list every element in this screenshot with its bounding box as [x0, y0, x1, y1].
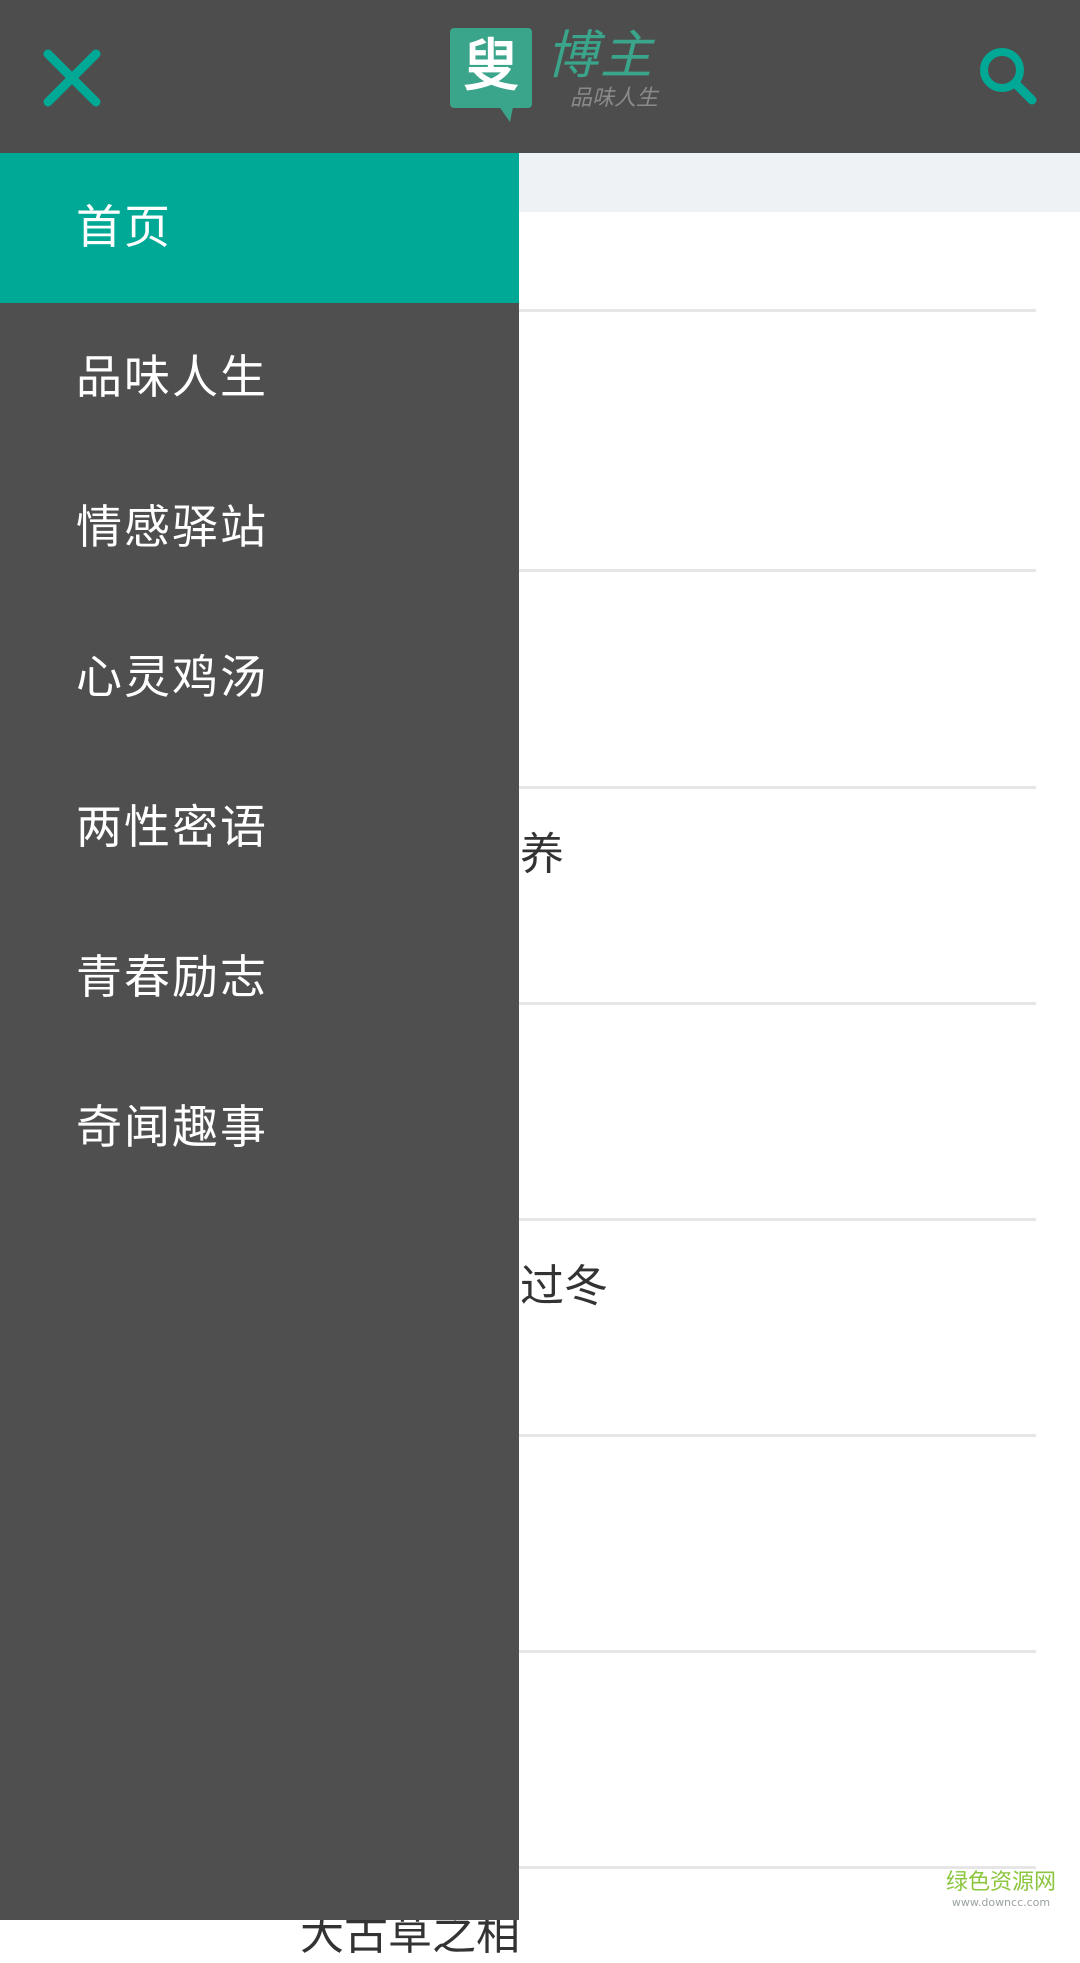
logo-character: 叟 — [463, 34, 519, 99]
close-icon — [43, 49, 101, 107]
menu-item-label: 情感驿站 — [76, 500, 268, 554]
menu-item-label: 奇闻趣事 — [76, 1100, 268, 1154]
search-button[interactable] — [976, 44, 1040, 108]
logo-badge-tail — [496, 102, 514, 122]
app-logo[interactable]: 叟 博主 品味人生 — [450, 28, 670, 122]
close-menu-button[interactable] — [40, 46, 104, 110]
menu-item-curiosities[interactable]: 奇闻趣事 — [0, 1053, 519, 1203]
menu-item-youth-inspiration[interactable]: 青春励志 — [0, 903, 519, 1053]
menu-item-label: 心灵鸡汤 — [76, 650, 268, 704]
navigation-drawer: 首页 品味人生 情感驿站 心灵鸡汤 两性密语 青春励志 奇闻趣事 — [0, 153, 519, 1920]
watermark-title: 绿色资源网 — [945, 1870, 1056, 1895]
menu-item-label: 青春励志 — [76, 950, 268, 1004]
menu-item-taste-life[interactable]: 品味人生 — [0, 303, 519, 453]
watermark: 绿色资源网 www.downcc.com — [936, 1870, 1066, 1910]
menu-item-emotion-station[interactable]: 情感驿站 — [0, 453, 519, 603]
logo-name: 博主 — [546, 26, 655, 86]
menu-item-relationships[interactable]: 两性密语 — [0, 753, 519, 903]
menu-item-label: 两性密语 — [76, 800, 268, 854]
menu-item-home[interactable]: 首页 — [0, 153, 519, 303]
menu-item-label: 首页 — [76, 200, 172, 254]
top-app-bar: 叟 博主 品味人生 — [0, 0, 1080, 153]
menu-item-chicken-soup[interactable]: 心灵鸡汤 — [0, 603, 519, 753]
logo-badge: 叟 — [450, 28, 532, 108]
search-icon — [980, 48, 1037, 105]
logo-tagline: 品味人生 — [570, 86, 659, 111]
watermark-url: www.downcc.com — [951, 1896, 1051, 1909]
menu-item-label: 品味人生 — [76, 350, 268, 404]
